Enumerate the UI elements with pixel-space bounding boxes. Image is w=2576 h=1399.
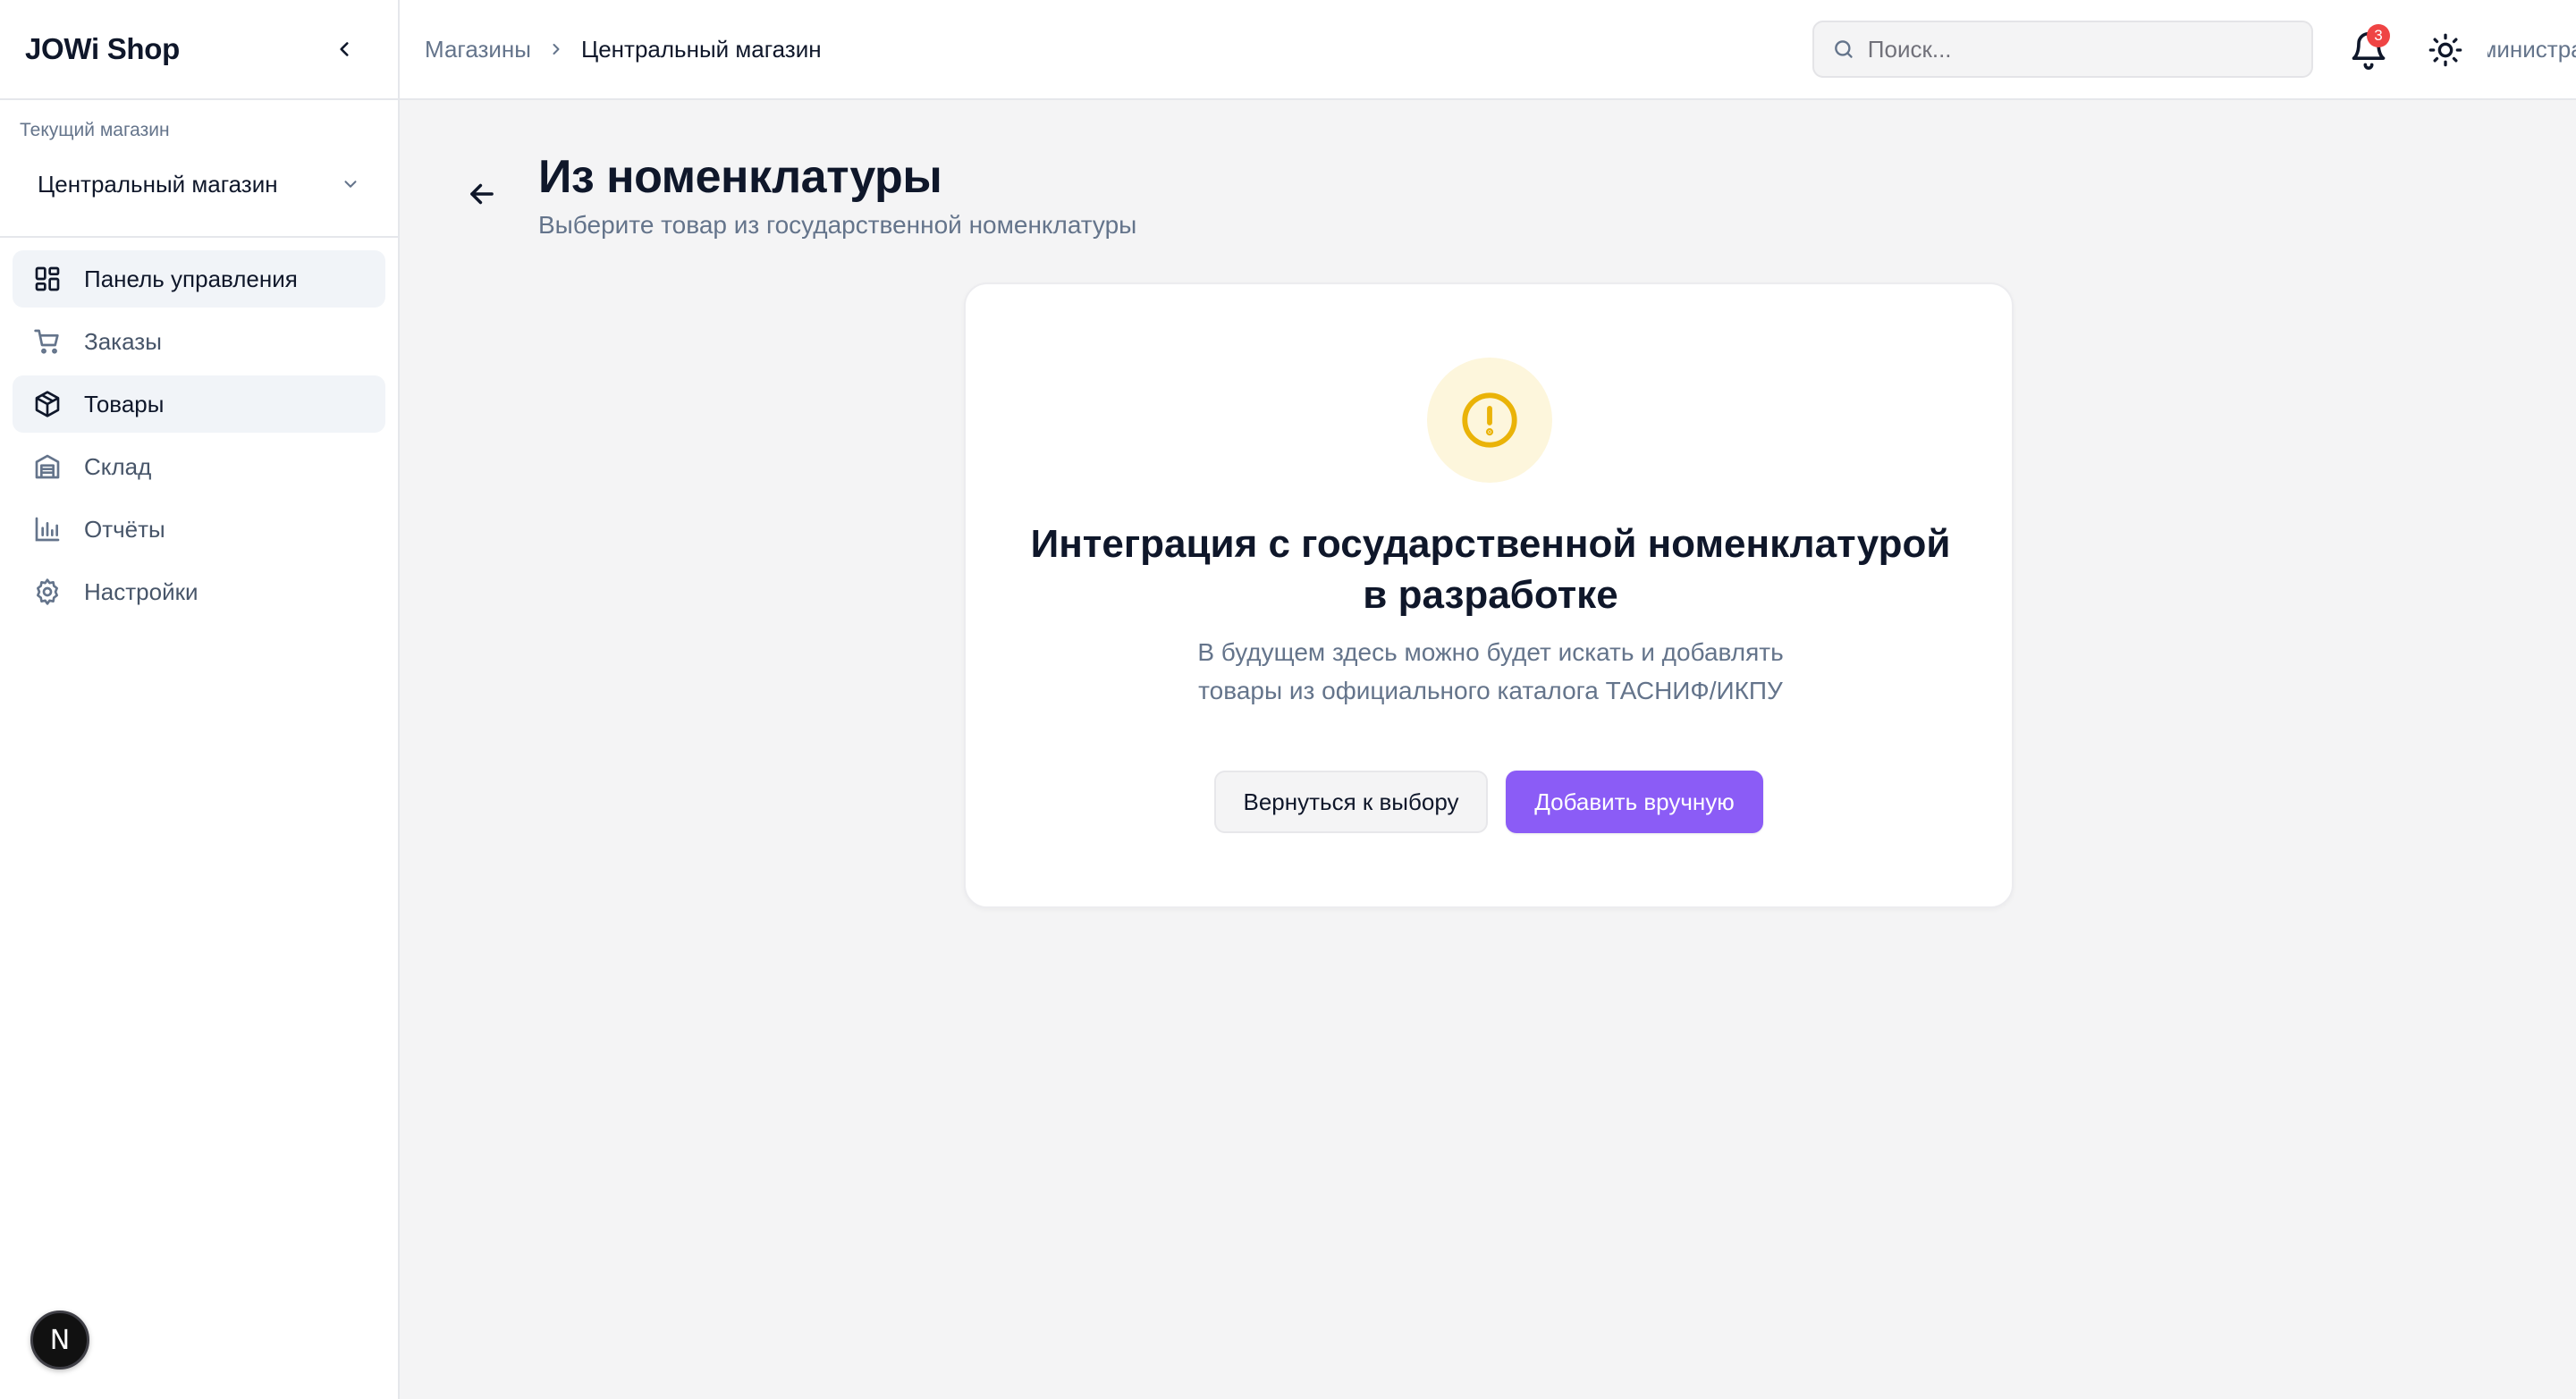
user-name-text: Администратор <box>2487 35 2576 63</box>
breadcrumb-current: Центральный магазин <box>580 35 822 63</box>
sidebar-item-orders[interactable]: Заказы <box>13 313 385 370</box>
notice-title-line-2: в разработке <box>1363 573 1618 617</box>
arrow-left-icon[interactable] <box>465 177 499 211</box>
sidebar-item-label: Товары <box>84 390 165 417</box>
search-icon <box>1835 40 1853 58</box>
cart-icon <box>32 326 63 357</box>
notice-title: Интеграция с государственной номенклатур… <box>1001 518 1980 620</box>
sidebar: JOWi Shop Текущий магазин Центральный ма… <box>0 0 400 1399</box>
page-title: Из номенклатуры <box>538 151 942 203</box>
sidebar-item-dashboard[interactable]: Панель управления <box>13 250 385 308</box>
sidebar-item-label: Заказы <box>84 327 162 355</box>
dev-tools-badge[interactable]: N <box>30 1311 89 1370</box>
sidebar-item-label: Панель управления <box>84 265 298 292</box>
breadcrumb: Магазины Центральный магазин <box>425 0 822 98</box>
chevron-down-icon <box>344 181 357 188</box>
bar-chart-icon <box>32 514 63 544</box>
sidebar-item-reports[interactable]: Отчёты <box>13 501 385 558</box>
add-manually-button[interactable]: Добавить вручную <box>1506 771 1763 833</box>
sidebar-item-label: Склад <box>84 452 152 480</box>
alert-circle-icon <box>1462 392 1517 448</box>
collapse-sidebar-button[interactable] <box>326 31 362 67</box>
search-box <box>1812 21 2313 78</box>
sidebar-nav: Панель управления Заказы Товары Склад От… <box>0 238 398 638</box>
notification-count-badge: 3 <box>2367 24 2390 47</box>
integration-notice-card: Интеграция с государственной номенклатур… <box>964 282 2014 908</box>
sidebar-item-label: Отчёты <box>84 515 165 543</box>
store-switcher: Текущий магазин Центральный магазин <box>0 100 398 238</box>
breadcrumb-link-stores[interactable]: Магазины <box>425 36 531 63</box>
app-root: JOWi Shop Текущий магазин Центральный ма… <box>0 0 2576 1399</box>
sidebar-item-products[interactable]: Товары <box>13 375 385 433</box>
sidebar-header: JOWi Shop <box>0 0 398 100</box>
dashboard-icon <box>32 264 63 294</box>
back-to-selection-button[interactable]: Вернуться к выбору <box>1214 771 1488 833</box>
search-input[interactable] <box>1867 35 2293 63</box>
brand-logo-text: JOWi Shop <box>25 32 180 65</box>
store-select[interactable]: Центральный магазин <box>20 157 378 211</box>
notice-title-line-1: Интеграция с государственной номенклатур… <box>1030 522 1951 566</box>
dev-tools-badge-letter: N <box>49 1324 71 1356</box>
sidebar-item-label: Настройки <box>84 577 198 605</box>
notice-description-line-2: товары из официального каталога ТАСНИФ/И… <box>1198 677 1783 704</box>
chevron-right-icon <box>547 40 565 58</box>
chevron-left-icon <box>340 42 349 56</box>
user-menu[interactable]: Администратор <box>2487 0 2576 98</box>
warehouse-icon <box>32 451 63 482</box>
warning-badge <box>1427 358 1552 483</box>
box-icon <box>32 389 63 419</box>
page-subtitle: Выберите товар из государственной номенк… <box>538 211 1137 239</box>
topbar: Магазины Центральный магазин 3 Администр… <box>400 0 2576 100</box>
store-select-value: Центральный магазин <box>38 170 278 198</box>
sidebar-item-settings[interactable]: Настройки <box>13 563 385 620</box>
notice-description: В будущем здесь можно будет искать и доб… <box>1073 633 1908 710</box>
sidebar-item-warehouse[interactable]: Склад <box>13 438 385 495</box>
store-caption: Текущий магазин <box>20 120 170 140</box>
notice-description-line-1: В будущем здесь можно будет искать и доб… <box>1197 638 1784 666</box>
sun-icon[interactable] <box>2428 32 2463 68</box>
gear-icon <box>32 577 63 607</box>
